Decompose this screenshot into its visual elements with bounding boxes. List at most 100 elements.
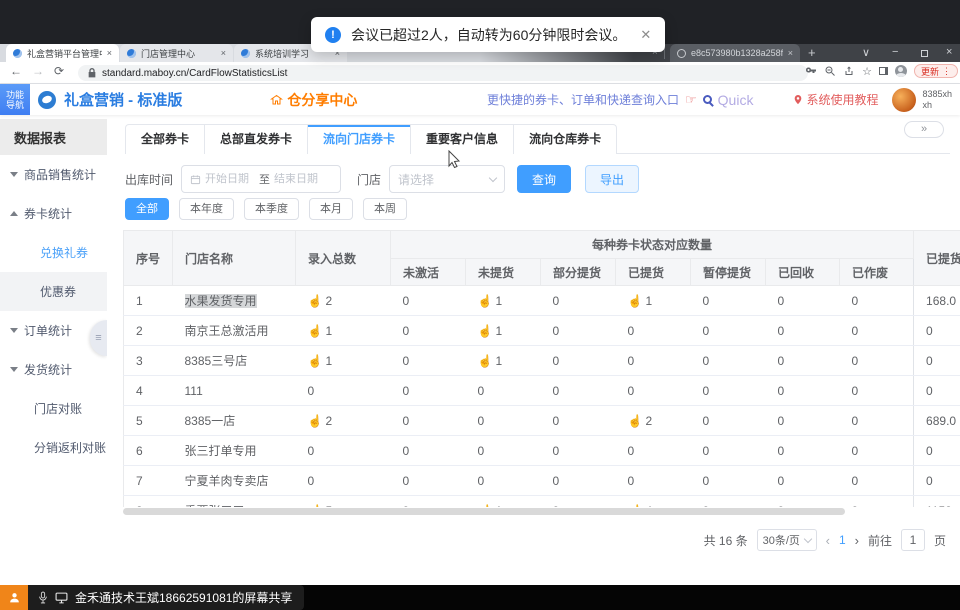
sidebar-item[interactable]: 兑换礼券 bbox=[0, 233, 107, 272]
cell-value[interactable]: 1 bbox=[645, 294, 652, 308]
hand-pointer-icon[interactable]: ☝ bbox=[628, 294, 643, 308]
sidebar-item[interactable]: 分销返利对账 bbox=[0, 428, 107, 467]
store-select[interactable]: 请选择 bbox=[389, 165, 505, 193]
hand-pointer-icon[interactable]: ☝ bbox=[308, 504, 323, 508]
goto-page-input[interactable] bbox=[901, 529, 925, 551]
hand-pointer-icon[interactable]: ☝ bbox=[628, 414, 643, 428]
sidebar-item[interactable]: 券卡统计 bbox=[0, 194, 107, 233]
hand-pointer-icon[interactable]: ☝ bbox=[478, 294, 493, 308]
sidebar-item-list: 商品销售统计券卡统计兑换礼券优惠券订单统计发货统计门店对账分销返利对账 bbox=[0, 155, 107, 467]
quick-filter-button[interactable]: 全部 bbox=[125, 198, 169, 220]
tutorial-link[interactable]: 系统使用教程 bbox=[793, 91, 878, 108]
status-cell: 0 bbox=[766, 436, 840, 466]
hand-pointer-icon[interactable]: ☝ bbox=[478, 354, 493, 368]
hand-pointer-icon[interactable]: ☝ bbox=[308, 354, 323, 368]
cell-value: 0 bbox=[478, 414, 485, 428]
status-cell: 0 bbox=[840, 436, 914, 466]
quick-entry[interactable]: 更快捷的券卡、订单和快递查询入口 ☞ Quick bbox=[487, 91, 753, 108]
kebab-menu-icon[interactable]: ⋮ bbox=[942, 66, 951, 77]
window-close-button[interactable]: × bbox=[946, 46, 952, 58]
sidebar-item[interactable]: 优惠券 bbox=[0, 272, 107, 311]
hand-pointer-icon[interactable]: ☝ bbox=[628, 504, 643, 508]
cell-value[interactable]: 4 bbox=[645, 504, 652, 508]
horizontal-scrollbar[interactable] bbox=[123, 508, 845, 515]
sidebar-item-label: 优惠券 bbox=[40, 283, 76, 300]
cell-value[interactable]: 1 bbox=[325, 354, 332, 368]
address-bar[interactable]: standard.maboy.cn/CardFlowStatisticsList bbox=[78, 65, 808, 81]
browser-profile-icon[interactable] bbox=[895, 65, 907, 77]
tab-close-icon[interactable]: × bbox=[107, 48, 112, 58]
status-cell: 0 bbox=[691, 376, 766, 406]
hand-pointer-icon[interactable]: ☝ bbox=[308, 324, 323, 338]
back-icon[interactable]: ← bbox=[10, 64, 22, 78]
cell-value[interactable]: 2 bbox=[645, 414, 652, 428]
browser-tab-title: e8c573980b1328a258fd2e6f8 bbox=[691, 48, 783, 58]
export-button[interactable]: 导出 bbox=[585, 165, 639, 193]
cell-value[interactable]: 1 bbox=[495, 324, 502, 338]
screen-share-banner[interactable]: 金禾通技术王斌18662591081的屏幕共享 bbox=[28, 585, 304, 610]
main-content: 全部券卡总部直发券卡流向门店券卡重要客户信息流向仓库券卡 » 出库时间 至 门店… bbox=[107, 115, 960, 565]
window-minimize-button[interactable]: − bbox=[892, 46, 898, 58]
prev-page-icon[interactable]: ‹ bbox=[826, 533, 830, 548]
search-button[interactable]: 查询 bbox=[517, 165, 571, 193]
end-date-input[interactable] bbox=[274, 173, 324, 185]
cell-value[interactable]: 1 bbox=[495, 504, 502, 508]
page-size-select[interactable]: 30条/页 bbox=[757, 529, 817, 551]
start-date-input[interactable] bbox=[205, 173, 255, 185]
status-cell: 0 bbox=[466, 436, 541, 466]
share-center-link[interactable]: 仓分享中心 bbox=[270, 90, 357, 110]
bookmark-star-icon[interactable]: ☆ bbox=[862, 65, 872, 78]
cell-value[interactable]: 2 bbox=[325, 414, 332, 428]
browser-tab[interactable]: 门店管理中心× bbox=[120, 44, 233, 62]
date-range-picker[interactable]: 至 bbox=[181, 165, 341, 193]
hand-pointer-icon[interactable]: ☝ bbox=[478, 324, 493, 338]
cell-value[interactable]: 5 bbox=[325, 504, 332, 508]
tab-close-icon[interactable]: × bbox=[221, 48, 226, 58]
cell-value[interactable]: 1 bbox=[495, 354, 502, 368]
quick-filter-button[interactable]: 本年度 bbox=[179, 198, 234, 220]
current-page[interactable]: 1 bbox=[839, 533, 846, 547]
key-icon[interactable] bbox=[805, 65, 817, 77]
window-chevron-icon[interactable]: ∨ bbox=[862, 46, 870, 59]
status-cell: 0 bbox=[391, 406, 466, 436]
zoom-icon[interactable] bbox=[824, 65, 836, 77]
cell-value[interactable]: 1 bbox=[495, 294, 502, 308]
browser-update-button[interactable]: 更新 ⋮ bbox=[914, 64, 958, 78]
content-tab[interactable]: 流向门店券卡 bbox=[307, 125, 410, 154]
panel-collapse-button[interactable]: » bbox=[904, 121, 944, 138]
cell-value[interactable]: 2 bbox=[325, 294, 332, 308]
user-avatar[interactable] bbox=[892, 88, 916, 112]
side-panel-icon[interactable] bbox=[879, 67, 888, 75]
browser-tab-hash[interactable]: e8c573980b1328a258fd2e6f8 × bbox=[670, 44, 800, 62]
function-nav-toggle[interactable]: 功能 导航 bbox=[0, 84, 30, 115]
tab-close-icon[interactable]: × bbox=[788, 48, 793, 58]
content-tab[interactable]: 全部券卡 bbox=[126, 125, 204, 154]
meeting-participant-icon[interactable] bbox=[0, 585, 28, 610]
total-cell: 0 bbox=[296, 376, 391, 406]
new-tab-button[interactable]: + bbox=[808, 45, 816, 60]
next-page-icon[interactable]: › bbox=[855, 533, 859, 548]
sidebar-item[interactable]: 商品销售统计 bbox=[0, 155, 107, 194]
hand-pointer-icon[interactable]: ☝ bbox=[308, 294, 323, 308]
content-tab[interactable]: 重要客户信息 bbox=[410, 125, 513, 154]
hand-pointer-icon[interactable]: ☝ bbox=[308, 414, 323, 428]
app-header: 功能 导航 礼盒营销 - 标准版 仓分享中心 更快捷的券卡、订单和快递查询入口 … bbox=[0, 84, 960, 115]
col-header-status: 暂停提货 bbox=[691, 259, 766, 286]
window-maximize-button[interactable] bbox=[921, 50, 928, 57]
browser-tab[interactable]: 礼盒营销平台管理中心× bbox=[6, 44, 119, 62]
sidebar-item[interactable]: 门店对账 bbox=[0, 389, 107, 428]
share-icon[interactable] bbox=[843, 65, 855, 77]
content-tab[interactable]: 总部直发券卡 bbox=[204, 125, 307, 154]
table-row: 7宁夏羊肉专卖店000000000 bbox=[124, 466, 960, 496]
sidebar-item[interactable]: 发货统计 bbox=[0, 350, 107, 389]
hand-pointer-icon[interactable]: ☝ bbox=[478, 504, 493, 508]
quick-filter-button[interactable]: 本周 bbox=[363, 198, 407, 220]
quick-filter-button[interactable]: 本季度 bbox=[244, 198, 299, 220]
reload-icon[interactable]: ⟳ bbox=[54, 64, 64, 78]
quick-filter-button[interactable]: 本月 bbox=[309, 198, 353, 220]
toast-close-icon[interactable]: ✕ bbox=[640, 27, 651, 43]
forward-icon[interactable]: → bbox=[32, 64, 44, 78]
content-tab[interactable]: 流向仓库券卡 bbox=[513, 125, 616, 154]
date-to-label: 至 bbox=[259, 171, 270, 187]
cell-value[interactable]: 1 bbox=[325, 324, 332, 338]
